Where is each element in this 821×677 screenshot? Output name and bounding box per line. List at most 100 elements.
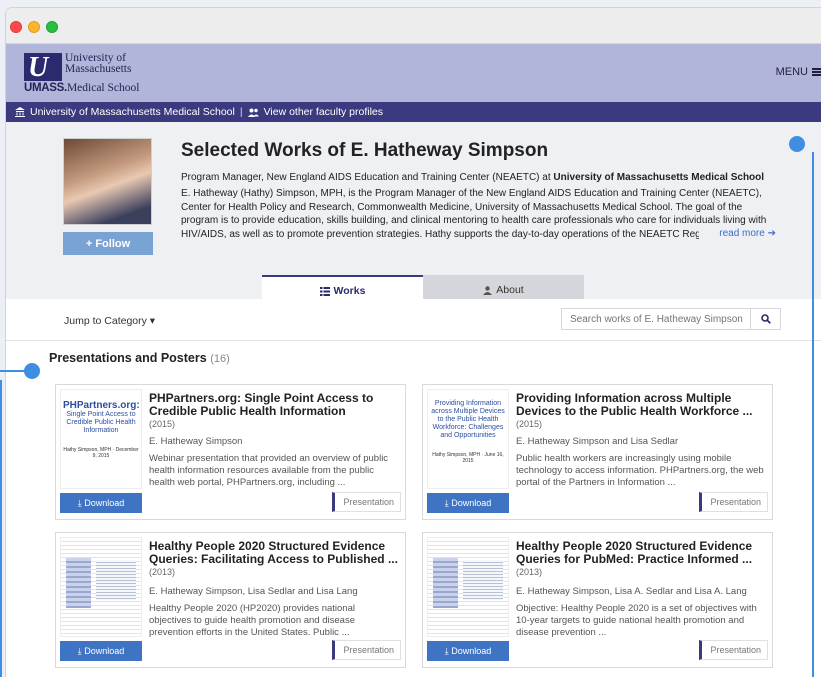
close-window-button[interactable] <box>10 21 22 33</box>
jump-to-category-dropdown[interactable]: Jump to Category ▾ <box>64 315 155 327</box>
work-description: Public health workers are increasingly u… <box>516 453 764 488</box>
thumbnail-title: PHPartners.org: <box>63 400 140 411</box>
site-header: U University of Massachusetts UMASS.Medi… <box>6 44 821 102</box>
callout-dot <box>24 363 40 379</box>
callout-dot <box>789 136 805 152</box>
work-card[interactable]: ⤓ Download Healthy People 2020 Structure… <box>55 532 406 668</box>
search-icon <box>760 314 771 324</box>
position-org-link[interactable]: University of Massachusetts Medical Scho… <box>553 172 764 183</box>
maximize-window-button[interactable] <box>46 21 58 33</box>
callout-line <box>812 152 814 677</box>
download-icon: ⤓ <box>77 645 82 656</box>
work-year: (2013) <box>149 567 176 577</box>
work-type-badge[interactable]: Presentation <box>332 492 401 512</box>
work-title-link[interactable]: PHPartners.org: Single Point Access to C… <box>149 392 399 431</box>
read-more-label: read more <box>719 228 765 239</box>
menu-button[interactable]: MENU <box>776 66 821 78</box>
work-card[interactable]: ⤓ Download Healthy People 2020 Structure… <box>422 532 773 668</box>
work-description: Healthy People 2020 (HP2020) provides na… <box>149 603 355 638</box>
umass-logo[interactable]: U University of Massachusetts UMASS.Medi… <box>24 52 139 94</box>
thumbnail-meta: Hathy Simpson, MPH · December 9, 2015 <box>63 447 139 459</box>
thumbnail-document <box>61 538 141 636</box>
download-icon: ⤓ <box>444 497 449 508</box>
work-title-link[interactable]: Providing Information across Multiple De… <box>516 392 766 431</box>
hamburger-icon <box>812 68 821 76</box>
download-label: Download <box>451 646 492 656</box>
users-icon <box>247 108 259 117</box>
profile-photo <box>63 138 152 225</box>
work-thumbnail[interactable]: PHPartners.org: Single Point Access to C… <box>60 389 142 489</box>
follow-button[interactable]: + Follow <box>63 232 153 255</box>
read-more-link[interactable]: read more ➔ <box>699 228 776 239</box>
thumbnail-content: PHPartners.org: Single Point Access to C… <box>61 390 141 488</box>
download-button[interactable]: ⤓ Download <box>427 641 509 661</box>
thumbnail-content: Providing Information across Multiple De… <box>428 390 508 488</box>
download-label: Download <box>84 498 125 508</box>
tab-works-label: Works <box>333 285 366 297</box>
thumbnail-subtitle: Providing Information across Multiple De… <box>431 400 505 439</box>
tab-about-label: About <box>496 284 524 296</box>
search-button[interactable] <box>750 309 780 329</box>
work-year: (2013) <box>516 567 543 577</box>
profile-bio: E. Hatheway (Hathy) Simpson, MPH, is the… <box>181 188 767 240</box>
user-icon <box>483 285 493 295</box>
thumbnail-meta: Hathy Simpson, MPH · June 16, 2015 <box>432 452 504 464</box>
work-title: Healthy People 2020 Structured Evidence … <box>516 539 753 566</box>
download-button[interactable]: ⤓ Download <box>427 493 509 513</box>
download-button[interactable]: ⤓ Download <box>60 641 142 661</box>
work-title-link[interactable]: Healthy People 2020 Structured Evidence … <box>149 540 399 579</box>
download-button[interactable]: ⤓ Download <box>60 493 142 513</box>
grid-icon <box>319 286 330 296</box>
work-type-badge[interactable]: Presentation <box>699 640 768 660</box>
work-type-badge[interactable]: Presentation <box>699 492 768 512</box>
work-authors: E. Hatheway Simpson, Lisa Sedlar and Lis… <box>149 586 358 597</box>
thumbnail-document <box>428 538 508 636</box>
work-thumbnail[interactable]: Providing Information across Multiple De… <box>427 389 509 489</box>
logo-line-2: Massachusetts <box>65 63 132 75</box>
menu-label: MENU <box>775 66 808 78</box>
work-description: Webinar presentation that provided an ov… <box>149 453 389 488</box>
section-heading: Presentations and Posters (16) <box>49 351 230 365</box>
view-other-profiles-link[interactable]: View other faculty profiles <box>264 106 383 118</box>
work-title: PHPartners.org: Single Point Access to C… <box>149 391 374 418</box>
work-thumbnail[interactable] <box>60 537 142 637</box>
window-titlebar <box>6 8 821 44</box>
download-label: Download <box>451 498 492 508</box>
work-authors: E. Hatheway Simpson <box>149 436 243 447</box>
institution-icon <box>15 107 25 117</box>
logo-text: University of Massachusetts <box>65 52 132 75</box>
work-year: (2015) <box>149 419 176 429</box>
logo-medical-school: Medical School <box>66 82 140 94</box>
work-title: Providing Information across Multiple De… <box>516 391 753 418</box>
works-toolbar: Jump to Category ▾ <box>6 299 821 341</box>
work-year: (2015) <box>516 419 543 429</box>
position-line: Program Manager, New England AIDS Educat… <box>181 172 764 183</box>
work-title-link[interactable]: Healthy People 2020 Structured Evidence … <box>516 540 766 579</box>
download-label: Download <box>84 646 125 656</box>
caret-down-icon: ▾ <box>149 315 156 327</box>
section-title: Presentations and Posters <box>49 351 207 365</box>
minimize-window-button[interactable] <box>28 21 40 33</box>
callout-line <box>0 380 2 677</box>
profile-section: + Follow Selected Works of E. Hatheway S… <box>6 122 821 319</box>
search-input[interactable] <box>562 309 750 329</box>
download-icon: ⤓ <box>77 497 82 508</box>
logo-umass: UMASS. <box>24 82 67 94</box>
work-card[interactable]: Providing Information across Multiple De… <box>422 384 773 520</box>
arrow-right-icon: ➔ <box>767 228 776 239</box>
work-type-badge[interactable]: Presentation <box>332 640 401 660</box>
page-title: Selected Works of E. Hatheway Simpson <box>181 140 549 161</box>
logo-line-3: UMASS.Medical School <box>24 82 139 94</box>
work-card[interactable]: PHPartners.org: Single Point Access to C… <box>55 384 406 520</box>
work-thumbnail[interactable] <box>427 537 509 637</box>
work-description: Objective: Healthy People 2020 is a set … <box>516 603 757 638</box>
search-box <box>561 308 781 330</box>
thumbnail-subtitle: Single Point Access to Credible Public H… <box>66 411 136 434</box>
work-authors: E. Hatheway Simpson and Lisa Sedlar <box>516 436 679 447</box>
work-title: Healthy People 2020 Structured Evidence … <box>149 539 398 566</box>
download-icon: ⤓ <box>444 645 449 656</box>
position-text: Program Manager, New England AIDS Educat… <box>181 172 554 183</box>
breadcrumb-institution-link[interactable]: University of Massachusetts Medical Scho… <box>30 106 235 118</box>
section-count: (16) <box>210 353 230 365</box>
jump-label: Jump to Category <box>64 315 147 327</box>
